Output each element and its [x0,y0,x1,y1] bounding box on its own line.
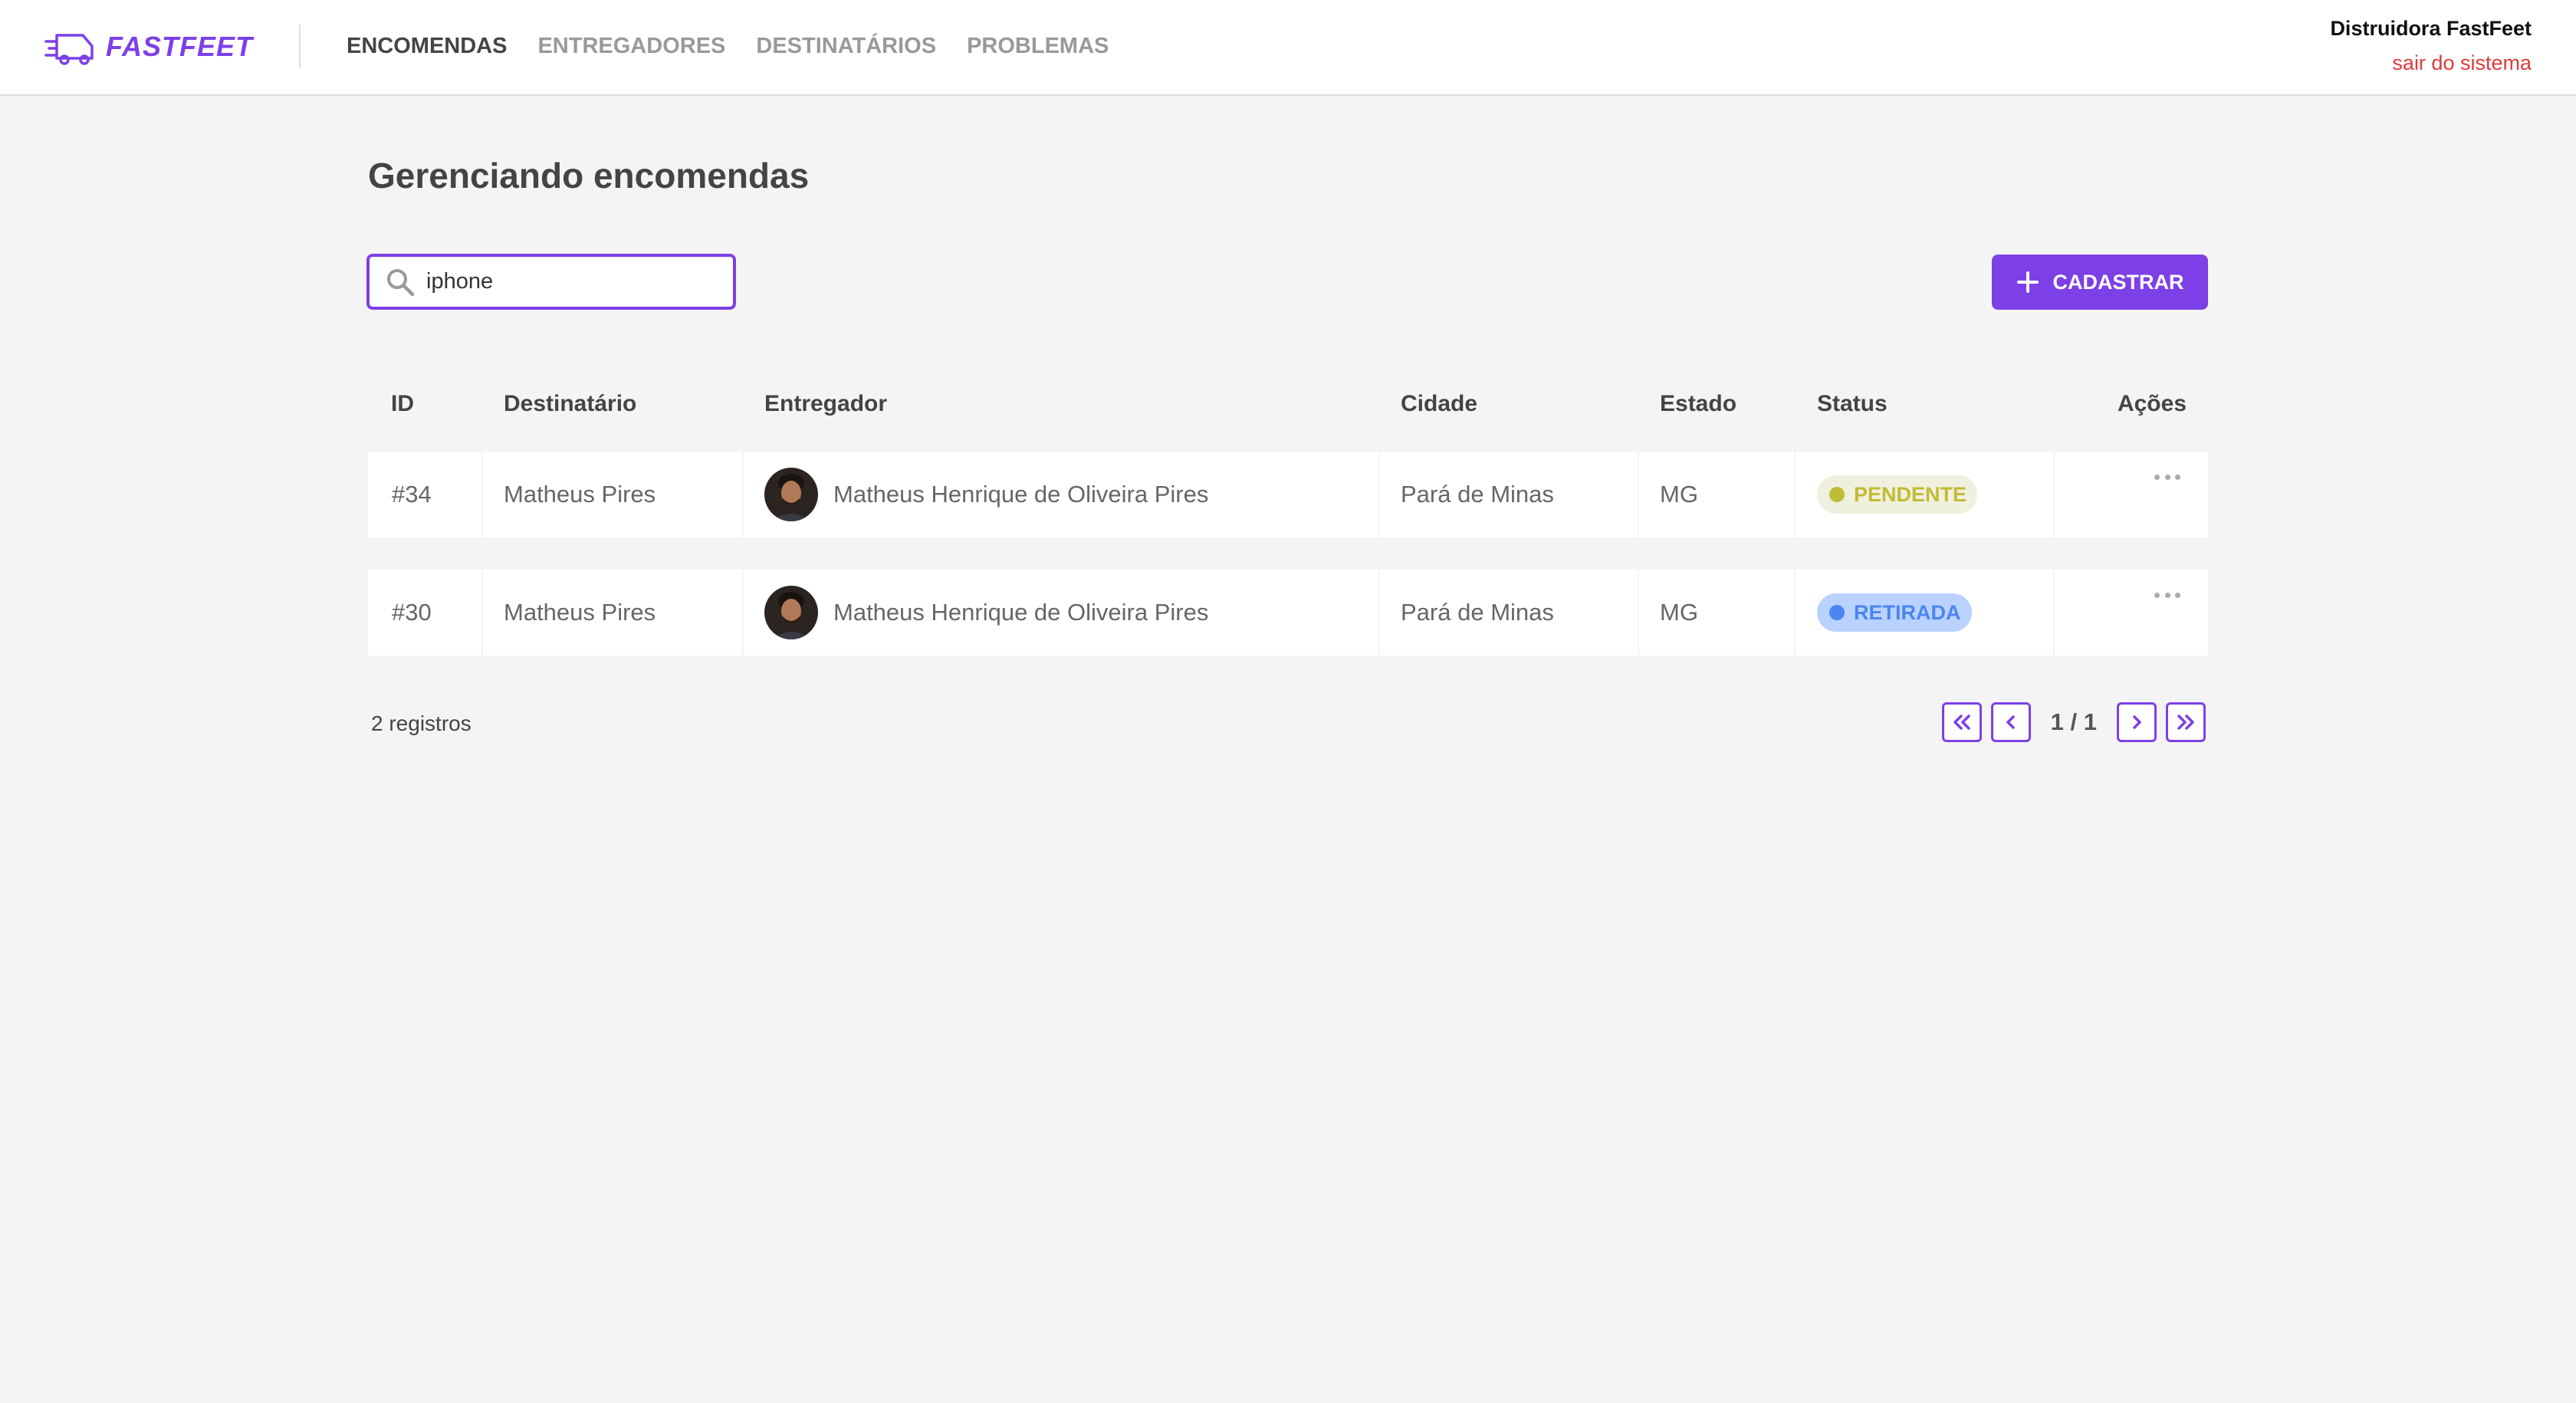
top-header: FASTFEET ENCOMENDAS ENTREGADORES DESTINA… [0,0,2576,96]
add-order-button[interactable]: CADASTRAR [1992,255,2208,310]
table-row: #30 Matheus Pires Matheus Henrique de Ol… [368,570,2208,656]
nav-item-entregadores[interactable]: ENTREGADORES [537,34,725,59]
status-badge: PENDENTE [1817,475,1978,514]
actions-cell [2055,570,2208,656]
deliveryman-avatar [764,468,818,521]
logo-text: FASTFEET [106,31,254,62]
city: Pará de Minas [1380,452,1638,537]
nav-item-problemas[interactable]: PROBLEMAS [967,34,1109,59]
first-page-button[interactable] [1941,702,1982,742]
status-cell: PENDENTE [1796,452,2053,537]
status-badge: RETIRADA [1817,593,1972,632]
actions-cell [2055,452,2208,537]
column-header-deliveryman: Entregador [764,391,888,416]
order-id: #30 [368,570,481,656]
page-indicator: 1 / 1 [2050,708,2097,735]
double-chevron-right-icon [2177,715,2194,730]
user-area: Distruidora FastFeet sair do sistema [2330,17,2532,75]
page-title: Gerenciando encomendas [368,156,810,196]
records-count: 2 registros [371,711,472,735]
search-box [366,254,736,310]
delivery-truck-icon [44,34,94,65]
status-dot [1829,605,1845,620]
column-header-actions: Ações [2117,391,2187,416]
status-label: RETIRADA [1854,600,1961,624]
deliveryman-avatar [764,586,818,639]
column-header-id: ID [391,391,414,416]
column-header-recipient: Destinatário [504,391,637,416]
add-button-label: CADASTRAR [2052,270,2184,294]
deliveryman-cell: Matheus Henrique de Oliveira Pires [744,452,1378,537]
column-header-state: Estado [1660,391,1737,416]
deliveryman-name: Matheus Henrique de Oliveira Pires [833,599,1209,626]
pagination: 1 / 1 [1941,702,2206,742]
status-cell: RETIRADA [1796,570,2053,656]
plus-icon [2016,271,2039,293]
last-page-button[interactable] [2166,702,2206,742]
double-chevron-left-icon [1953,715,1970,730]
previous-page-button[interactable] [1990,702,2031,742]
search-input[interactable] [426,269,702,294]
deliveryman-name: Matheus Henrique de Oliveira Pires [833,481,1209,508]
column-header-city: Cidade [1401,391,1478,416]
user-name: Distruidora FastFeet [2330,17,2532,40]
more-actions-icon[interactable] [2154,593,2180,602]
nav-item-encomendas[interactable]: ENCOMENDAS [347,34,507,59]
fastfeet-logo[interactable]: FASTFEET [44,25,253,69]
main-nav: ENCOMENDAS ENTREGADORES DESTINATÁRIOS PR… [347,34,1109,59]
state: MG [1639,452,1794,537]
nav-item-destinatarios[interactable]: DESTINATÁRIOS [756,34,936,59]
column-header-status: Status [1817,391,1888,416]
city: Pará de Minas [1380,570,1638,656]
recipient-name: Matheus Pires [483,452,742,537]
order-id: #34 [368,452,481,537]
status-label: PENDENTE [1854,482,1967,506]
recipient-name: Matheus Pires [483,570,742,656]
table-row: #34 Matheus Pires Matheus Henrique de Ol… [368,452,2208,537]
chevron-left-icon [2006,715,2015,729]
state: MG [1639,570,1794,656]
chevron-right-icon [2133,715,2141,729]
deliveryman-cell: Matheus Henrique de Oliveira Pires [744,570,1378,656]
logout-link[interactable]: sair do sistema [2330,51,2532,75]
search-icon [387,268,415,296]
next-page-button[interactable] [2117,702,2157,742]
more-actions-icon[interactable] [2154,475,2180,484]
header-divider [299,25,301,67]
status-dot [1829,487,1845,502]
